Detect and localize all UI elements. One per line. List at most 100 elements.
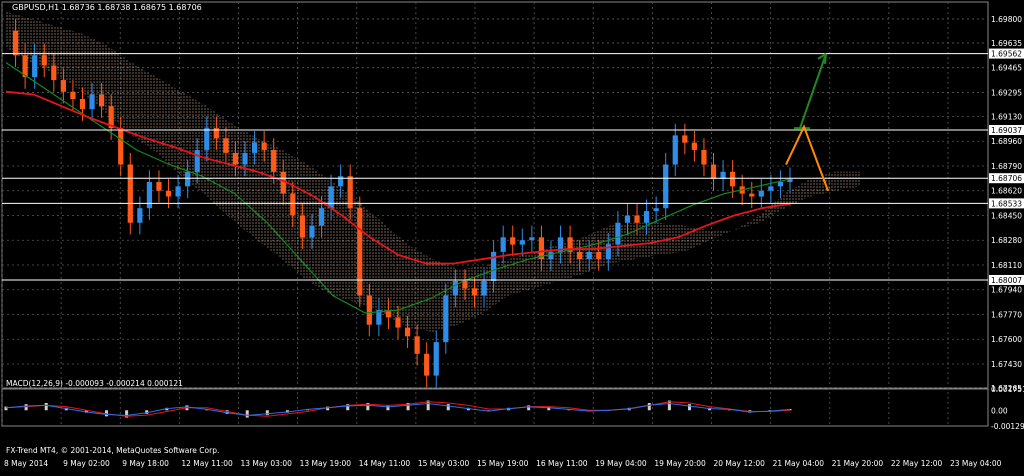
candle-body: [252, 143, 257, 153]
candle-body: [654, 208, 659, 211]
candle-body: [529, 237, 534, 240]
candle-body: [319, 208, 324, 225]
candle-body: [166, 191, 171, 197]
time-tick-label: 21 May 04:00: [773, 459, 825, 468]
candle-body: [443, 296, 448, 343]
time-tick-label: 8 May 2014: [4, 459, 48, 468]
time-tick-label: 15 May 19:00: [477, 459, 529, 468]
time-tick-label: 9 May 02:00: [63, 459, 110, 468]
time-tick-label: 12 May 11:00: [181, 459, 233, 468]
price-tick-label: 1.69295: [991, 88, 1022, 97]
price-tick-label: 1.69130: [991, 112, 1022, 121]
candle-body: [290, 194, 295, 216]
candle-body: [701, 150, 706, 165]
candle-body: [749, 194, 754, 197]
candle-body: [309, 226, 314, 238]
candle-body: [80, 99, 85, 109]
candle-body: [271, 150, 276, 172]
time-tick-label: 19 May 20:00: [654, 459, 706, 468]
candle-body: [357, 208, 362, 295]
candle-body: [328, 186, 333, 208]
candle-body: [577, 252, 582, 259]
price-tick-label: 1.67430: [991, 360, 1022, 369]
time-tick-label: 13 May 03:00: [241, 459, 293, 468]
time-tick-label: 15 May 03:00: [418, 459, 470, 468]
candle-body: [185, 172, 190, 187]
candle-body: [682, 135, 687, 142]
candle-body: [70, 92, 75, 99]
price-tick-label: 1.67770: [991, 310, 1022, 319]
macd-bar: [25, 404, 28, 410]
candle-body: [424, 354, 429, 376]
level-label: 1.69562: [991, 50, 1022, 59]
time-tick-label: 19 May 04:00: [595, 459, 647, 468]
price-tick-label: 1.68450: [991, 211, 1022, 220]
time-tick-label: 21 May 20:00: [832, 459, 884, 468]
candle-body: [195, 150, 200, 172]
candle-body: [99, 95, 104, 107]
candle-body: [415, 336, 420, 353]
price-tick-label: 1.68620: [991, 187, 1022, 196]
time-axis: 8 May 2014 9 May 02:00 9 May 18:00 12 May 1…: [4, 459, 1002, 468]
candle-body: [510, 237, 515, 244]
candle-body: [13, 31, 18, 56]
candle-body: [587, 252, 592, 259]
candle-body: [42, 55, 47, 65]
candle-body: [481, 281, 486, 296]
candle-body: [520, 240, 525, 244]
mt4-chart-window[interactable]: 1.69562 1.69037 1.68706 1.68533 1.68007 1.69…: [0, 0, 1024, 472]
candle-body: [395, 317, 400, 327]
level-label: 1.68007: [991, 276, 1022, 285]
chart-canvas[interactable]: 1.69562 1.69037 1.68706 1.68533 1.68007 1.69…: [0, 0, 1024, 472]
level-label: 1.69037: [991, 126, 1022, 135]
candle-body: [223, 138, 228, 153]
time-tick-label: 23 May 04:00: [950, 459, 1002, 468]
candle-body: [204, 128, 209, 150]
macd-tick-label: 0.001751: [991, 385, 1024, 394]
candle-body: [663, 165, 668, 209]
candle-body: [300, 215, 305, 237]
time-tick-label: 9 May 18:00: [122, 459, 169, 468]
candle-body: [147, 182, 152, 208]
candle-body: [730, 172, 735, 187]
macd-bar: [45, 403, 48, 410]
time-tick-label: 16 May 11:00: [536, 459, 588, 468]
price-tick-label: 1.69465: [991, 64, 1022, 73]
macd-bar: [386, 405, 389, 410]
symbol-header: GBPUSD,H1 1.68736 1.68738 1.68675 1.6870…: [12, 3, 202, 12]
price-tick-label: 1.68110: [991, 261, 1022, 270]
macd-header: MACD(12,26,9) -0.000093 -0.000214 0.0001…: [6, 379, 183, 388]
footer-copyright: FX-Trend MT4, © 2001-2014, MetaQuotes So…: [6, 446, 219, 455]
candle-body: [405, 328, 410, 337]
candle-body: [262, 143, 267, 150]
candle-body: [644, 211, 649, 223]
candle-body: [118, 128, 123, 164]
candle-body: [338, 176, 343, 186]
candle-body: [778, 182, 783, 186]
level-label: 1.68706: [991, 174, 1022, 183]
price-tick-label: 1.69800: [991, 15, 1022, 24]
candle-body: [175, 186, 180, 196]
candle-body: [242, 153, 247, 165]
candle-body: [692, 143, 697, 150]
candle-body: [759, 191, 764, 197]
candle-body: [61, 80, 66, 92]
candle-body: [711, 165, 716, 180]
candle-body: [434, 342, 439, 375]
time-tick-label: 20 May 12:00: [714, 459, 766, 468]
macd-bar: [447, 404, 450, 410]
candle-body: [137, 208, 142, 223]
macd-bar: [688, 404, 691, 410]
price-tick-label: 1.67940: [991, 286, 1022, 295]
candle-body: [615, 223, 620, 245]
level-label: 1.68533: [991, 199, 1022, 208]
candle-body: [281, 172, 286, 194]
candle-body: [625, 215, 630, 222]
candle-body: [367, 296, 372, 325]
time-tick-label: 22 May 12:00: [891, 459, 943, 468]
candle-body: [233, 153, 238, 165]
candle-body: [32, 55, 37, 77]
candle-body: [472, 288, 477, 295]
price-tick-label: 1.67600: [991, 335, 1022, 344]
candle-body: [501, 237, 506, 252]
